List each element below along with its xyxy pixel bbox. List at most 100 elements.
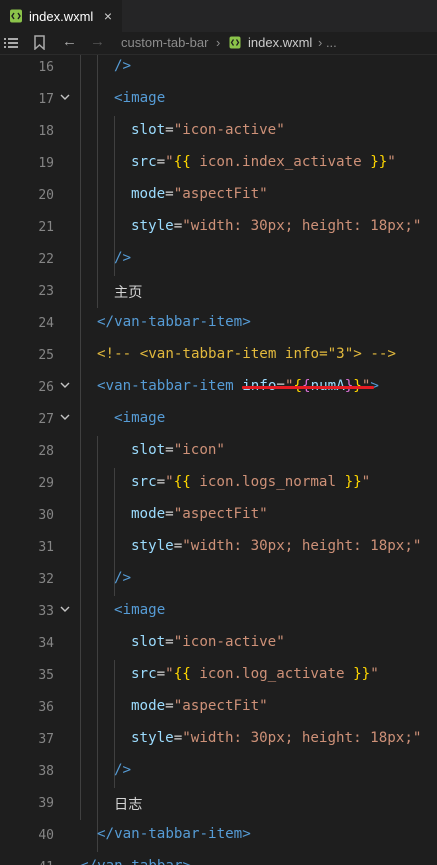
code-token: "width: 30px; height: 18px;"	[182, 538, 422, 554]
tab-index-wxml[interactable]: index.wxml ×	[0, 0, 122, 32]
code-text: src="{{ icon.index_activate }}"	[131, 154, 396, 170]
code-line[interactable]: 39 日志	[0, 788, 437, 820]
code-text: <image	[114, 602, 165, 618]
code-token: </van-tabbar-item>	[97, 314, 251, 330]
back-arrow-icon[interactable]: ←	[62, 33, 77, 50]
line-number: 30	[38, 508, 54, 523]
code-token: mode	[131, 698, 166, 714]
code-token: "aspectFit"	[173, 506, 268, 522]
code-line[interactable]: 25 <!-- <van-tabbar-item info="3"> -->	[0, 340, 437, 372]
code-line[interactable]: 27 <image	[0, 404, 437, 436]
code-token: =	[165, 506, 174, 522]
code-editor[interactable]: 16/> 17 <image 18 slot="icon-active" 19 src="{…	[0, 55, 437, 865]
code-line[interactable]: 33 <image	[0, 596, 437, 628]
line-number: 35	[38, 668, 54, 683]
close-icon[interactable]: ×	[104, 8, 112, 24]
line-number: 27	[38, 412, 54, 427]
code-token: icon.log_activate	[190, 666, 354, 682]
code-line[interactable]: 28 slot="icon"	[0, 436, 437, 468]
fold-chevron-icon[interactable]	[58, 602, 72, 616]
breadcrumb-folder[interactable]: custom-tab-bar	[121, 35, 208, 50]
code-token: =	[156, 474, 166, 490]
code-line[interactable]: 38 />	[0, 756, 437, 788]
code-token: </van-tabbar>	[80, 858, 191, 865]
fold-chevron-icon[interactable]	[58, 90, 72, 104]
code-line[interactable]: 23 主页	[0, 276, 437, 308]
chevron-right-icon: ›	[216, 35, 221, 50]
breadcrumb-more[interactable]: › ...	[318, 35, 337, 50]
code-line[interactable]: 41 </van-tabbar>	[0, 852, 437, 865]
line-number: 40	[38, 828, 54, 843]
code-line[interactable]: 34 slot="icon-active"	[0, 628, 437, 660]
code-token: style	[131, 730, 174, 746]
code-token: {{	[173, 474, 191, 490]
code-text: 日志	[114, 794, 142, 814]
code-line[interactable]: 24 </van-tabbar-item>	[0, 308, 437, 340]
code-line[interactable]: 30 mode="aspectFit"	[0, 500, 437, 532]
code-token: "	[165, 474, 174, 490]
code-token: "	[165, 154, 174, 170]
code-token: "	[361, 474, 371, 490]
code-token: <!-- <van-tabbar-item info="3"> -->	[97, 346, 396, 362]
code-token: "aspectFit"	[173, 698, 268, 714]
code-line[interactable]: 18 slot="icon-active"	[0, 116, 437, 148]
code-line[interactable]: 22 />	[0, 244, 437, 276]
list-icon[interactable]	[4, 37, 18, 49]
line-number: 38	[38, 764, 54, 779]
code-text: />	[114, 762, 131, 778]
code-line[interactable]: 31 style="width: 30px; height: 18px;"	[0, 532, 437, 564]
code-line[interactable]: 19 src="{{ icon.index_activate }}"	[0, 148, 437, 180]
wxml-file-icon	[229, 36, 241, 49]
code-line[interactable]: 17 <image	[0, 84, 437, 116]
line-number: 25	[38, 348, 54, 363]
code-text: style="width: 30px; height: 18px;"	[131, 538, 421, 554]
code-line[interactable]: 32 />	[0, 564, 437, 596]
line-number: 32	[38, 572, 54, 587]
code-line[interactable]: 16 />	[0, 55, 437, 84]
code-token: mode	[131, 506, 166, 522]
code-token: icon.logs_normal	[190, 474, 345, 490]
code-token: <image	[114, 602, 166, 618]
code-token: =	[156, 154, 166, 170]
code-text: />	[114, 570, 131, 586]
wxml-file-icon	[10, 9, 22, 23]
forward-arrow-icon[interactable]: →	[90, 33, 105, 50]
code-token: "aspectFit"	[173, 186, 268, 202]
line-number: 28	[38, 444, 54, 459]
code-token: icon.index_activate	[190, 154, 371, 170]
code-line[interactable]: 35 src="{{ icon.log_activate }}"	[0, 660, 437, 692]
code-token: src	[131, 474, 157, 490]
line-number: 17	[38, 92, 54, 107]
code-token: }}	[370, 154, 388, 170]
code-line[interactable]: 21 style="width: 30px; height: 18px;"	[0, 212, 437, 244]
code-token: "width: 30px; height: 18px;"	[182, 218, 422, 234]
bookmark-icon[interactable]	[33, 35, 46, 50]
breadcrumb-file[interactable]: index.wxml	[248, 35, 312, 50]
code-token: =	[173, 218, 183, 234]
line-number: 39	[38, 796, 54, 811]
code-token: =	[165, 698, 174, 714]
line-number: 26	[38, 380, 54, 395]
code-token: style	[131, 218, 174, 234]
editor-tab-bar: index.wxml ×	[0, 0, 437, 32]
code-token: =	[165, 634, 174, 650]
code-line[interactable]: 20 mode="aspectFit"	[0, 180, 437, 212]
code-text: src="{{ icon.log_activate }}"	[131, 666, 379, 682]
code-token: <van-tabbar-item	[97, 378, 243, 394]
fold-chevron-icon[interactable]	[58, 410, 72, 424]
code-line[interactable]: 29 src="{{ icon.logs_normal }}"	[0, 468, 437, 500]
code-token: =	[173, 538, 183, 554]
fold-chevron-icon[interactable]	[58, 378, 72, 392]
code-text: mode="aspectFit"	[131, 506, 268, 522]
breadcrumb: ← → custom-tab-bar › index.wxml › ...	[0, 32, 437, 55]
code-token: {{	[173, 666, 191, 682]
code-token: style	[131, 538, 174, 554]
code-line[interactable]: 36 mode="aspectFit"	[0, 692, 437, 724]
code-line[interactable]: 37 style="width: 30px; height: 18px;"	[0, 724, 437, 756]
line-number: 16	[38, 60, 54, 75]
code-text: mode="aspectFit"	[131, 186, 268, 202]
code-token: }}	[353, 666, 371, 682]
code-line[interactable]: 40 </van-tabbar-item>	[0, 820, 437, 852]
code-token: />	[114, 570, 132, 586]
code-token: 日志	[114, 797, 143, 813]
